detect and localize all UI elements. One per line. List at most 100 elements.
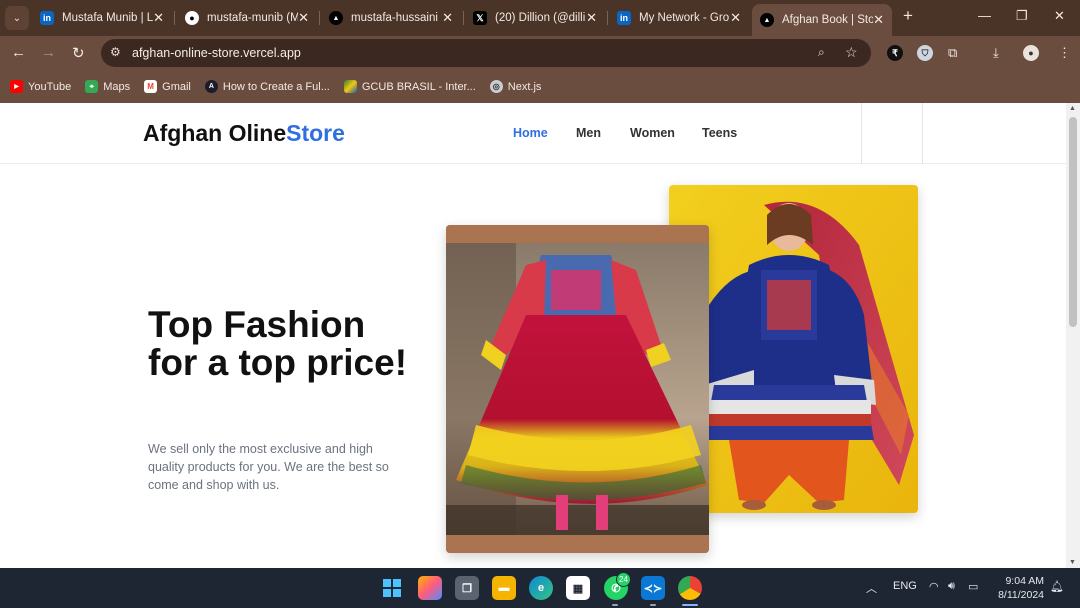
tab-strip: ⌄ in Mustafa Munib | Li ✕ ● mustafa-muni… [0, 0, 1080, 36]
zoom-icon[interactable]: ⌕ [818, 45, 825, 60]
gmail-icon: M [144, 80, 158, 93]
bookmark-label: YouTube [28, 80, 72, 93]
scroll-down-arrow-icon[interactable]: ▼ [1069, 559, 1076, 566]
globe-icon: ◎ [489, 80, 503, 93]
close-icon[interactable]: ✕ [730, 10, 741, 26]
back-arrow-icon[interactable]: ← [11, 44, 26, 61]
restore-icon[interactable]: ❐ [1016, 8, 1028, 24]
language-indicator[interactable]: ENG [893, 580, 917, 592]
file-explorer-icon[interactable]: ▬ [492, 576, 516, 600]
battery-icon[interactable]: ▭ [968, 580, 978, 593]
close-icon[interactable]: ✕ [873, 12, 884, 28]
linkedin-icon: in [40, 11, 54, 25]
github-icon: ● [185, 11, 199, 25]
window-close-icon[interactable]: ✕ [1054, 8, 1065, 24]
new-tab-button[interactable]: + [898, 6, 918, 28]
web-page: Afghan OlineStore Home Men Women Teens T… [0, 103, 1066, 568]
bookmark-gmail[interactable]: M Gmail [144, 80, 191, 93]
clock-date: 8/11/2024 [998, 589, 1044, 601]
tab-separator [463, 11, 464, 25]
tab-vercel-project[interactable]: ▲ mustafa-hussaini ✕ [321, 4, 461, 32]
microsoft-store-icon[interactable]: ▦ [566, 576, 590, 600]
x-icon: 𝕏 [473, 11, 487, 25]
browser-toolbar: ← → ↻ ⚙ afghan-online-store.vercel.app ⌕… [0, 36, 1080, 70]
clock-time: 9:04 AM [1005, 575, 1044, 587]
notification-bell-icon[interactable]: 🔔︎ [1050, 580, 1064, 593]
app-running-indicator [650, 604, 656, 606]
extensions-puzzle-icon[interactable]: ⧉ [948, 45, 957, 61]
bookmark-star-icon[interactable]: ☆ [845, 44, 858, 61]
minimize-icon[interactable]: — [978, 8, 991, 23]
download-icon[interactable]: ⤓ [993, 45, 999, 61]
close-icon[interactable]: ✕ [586, 10, 597, 26]
bookmark-label: Maps [103, 80, 131, 93]
scroll-up-arrow-icon[interactable]: ▲ [1069, 105, 1076, 112]
profile-avatar[interactable]: ● [1023, 45, 1039, 61]
close-icon[interactable]: ✕ [298, 10, 309, 26]
site-icon: A [204, 80, 218, 93]
bookmark-gcub[interactable]: GCUB BRASIL - Inter... [343, 80, 476, 93]
tab-search-button[interactable]: ⌄ [5, 6, 29, 30]
hero-title: Top Fashion for a top price! [148, 304, 408, 383]
tab-title: (20) Dillion (@dilli [495, 12, 586, 24]
volume-icon[interactable]: 🔊︎ [948, 580, 955, 593]
tray-overflow-chevron-icon[interactable]: ︿ [866, 580, 877, 596]
close-icon[interactable]: ✕ [153, 10, 164, 26]
tab-title: Mustafa Munib | Li [62, 12, 154, 24]
edge-browser-icon[interactable]: e [529, 576, 553, 600]
cart-button[interactable] [861, 103, 923, 164]
tab-title: mustafa-munib (M [207, 12, 299, 24]
nav-link-teens[interactable]: Teens [702, 126, 737, 140]
widgets-icon[interactable] [418, 576, 442, 600]
bookmark-label: GCUB BRASIL - Inter... [361, 80, 476, 93]
chrome-icon[interactable] [678, 576, 702, 600]
tab-title: mustafa-hussaini [351, 12, 438, 24]
chevron-down-icon: ⌄ [12, 12, 22, 24]
scrollbar-thumb[interactable] [1069, 117, 1077, 327]
tab-title: My Network - Gro [639, 12, 730, 24]
vscode-icon[interactable]: ≺≻ [641, 576, 665, 600]
nav-link-women[interactable]: Women [630, 126, 675, 140]
site-info-icon[interactable]: ⚙ [110, 45, 121, 59]
bookmark-label: Next.js [507, 80, 542, 93]
page-scrollbar[interactable]: ▲ ▼ [1066, 103, 1080, 568]
reload-icon[interactable]: ↻ [72, 44, 85, 62]
tab-afghan-store[interactable]: ▲ Afghan Book | Sto ✕ [752, 4, 892, 36]
bookmark-label: Gmail [162, 80, 191, 93]
tab-linkedin-profile[interactable]: in Mustafa Munib | Li ✕ [32, 4, 172, 32]
extension-icon[interactable]: ₹ [887, 45, 903, 61]
bookmark-how-to-create[interactable]: A How to Create a Ful... [204, 80, 330, 93]
system-clock[interactable]: 9:04 AM 8/11/2024 [990, 574, 1044, 602]
bookmark-maps[interactable]: ⌖ Maps [85, 80, 130, 93]
forward-arrow-icon[interactable]: → [41, 44, 56, 61]
linkedin-icon: in [617, 11, 631, 25]
shield-icon[interactable]: ⛉ [917, 45, 933, 61]
hero-description: We sell only the most exclusive and high… [148, 442, 389, 492]
gcub-icon [343, 80, 357, 93]
menu-kebab-icon[interactable]: ⋮ [1058, 45, 1071, 61]
tab-github[interactable]: ● mustafa-munib (M ✕ [177, 4, 317, 32]
tab-linkedin-network[interactable]: in My Network - Gro ✕ [609, 4, 749, 32]
vercel-icon: ▲ [329, 11, 343, 25]
app-active-indicator [682, 604, 698, 606]
site-logo[interactable]: Afghan OlineStore [143, 120, 345, 147]
site-header: Afghan OlineStore Home Men Women Teens [0, 103, 1066, 164]
nav-link-men[interactable]: Men [576, 126, 601, 140]
tab-separator [174, 11, 175, 25]
bookmark-youtube[interactable]: ▶ YouTube [10, 80, 71, 93]
tab-separator [607, 11, 608, 25]
windows-taskbar: ❐ ▬ e ▦ ✆ 24 ≺≻ ︿ ENG ◠ 🔊︎ ▭ 9:04 AM 8/1… [0, 568, 1080, 608]
url-text[interactable]: afghan-online-store.vercel.app [132, 46, 301, 60]
close-icon[interactable]: ✕ [442, 10, 453, 26]
logo-text: Afghan Oline [143, 120, 287, 146]
task-view-icon[interactable]: ❐ [455, 576, 479, 600]
address-bar[interactable]: ⚙ afghan-online-store.vercel.app ⌕ ☆ [101, 39, 871, 67]
hero-image-red-dress [446, 225, 709, 553]
tab-x-profile[interactable]: 𝕏 (20) Dillion (@dilli ✕ [465, 4, 605, 32]
bookmark-nextjs[interactable]: ◎ Next.js [489, 80, 542, 93]
windows-start-icon[interactable] [380, 576, 404, 600]
bookmarks-bar: ▶ YouTube ⌖ Maps M Gmail A How to Create… [0, 70, 1080, 103]
plus-icon: + [903, 6, 913, 25]
nav-link-home[interactable]: Home [513, 126, 548, 140]
wifi-icon[interactable]: ◠ [929, 580, 939, 593]
